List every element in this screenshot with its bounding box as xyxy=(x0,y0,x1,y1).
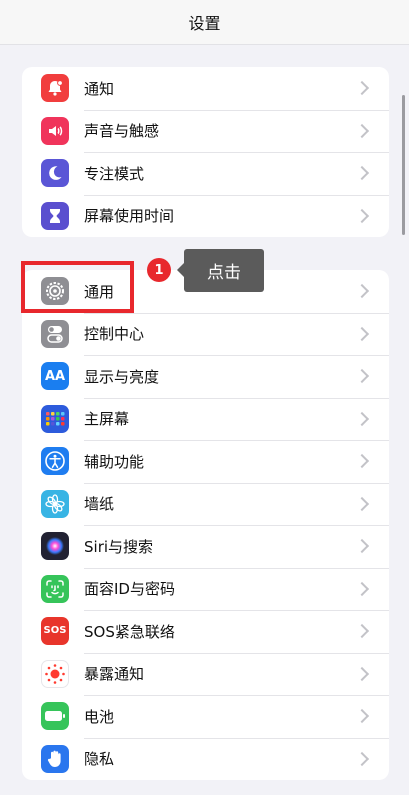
settings-row-label: 显示与亮度 xyxy=(84,367,160,386)
settings-row-home-screen[interactable]: 主屏幕 xyxy=(22,397,389,441)
chevron-right-icon xyxy=(354,496,370,511)
settings-row-exposure[interactable]: 暴露通知 xyxy=(22,652,389,696)
chevron-right-icon xyxy=(354,624,370,639)
face-id-icon xyxy=(41,574,69,603)
settings-row-accessibility[interactable]: 辅助功能 xyxy=(22,440,389,483)
settings-group-2: 通用 控制中心 AA 显示与亮度 主屏幕 辅助功能 墙纸 Siri与搜索 面容ID与密码 SOS S… xyxy=(22,270,389,780)
settings-row-label: 声音与触感 xyxy=(84,122,160,141)
bell-icon xyxy=(41,74,69,103)
settings-group-1: 通知声音与触感专注模式屏幕使用时间 xyxy=(22,67,389,237)
aa-icon: AA xyxy=(41,362,69,391)
settings-row-label: 电池 xyxy=(84,707,115,726)
settings-row-siri[interactable]: Siri与搜索 xyxy=(22,525,389,568)
accessibility-icon xyxy=(41,447,69,476)
chevron-right-icon xyxy=(354,123,370,138)
hand-icon xyxy=(41,744,69,773)
scrollbar[interactable] xyxy=(402,95,405,235)
chevron-right-icon xyxy=(354,454,370,469)
hourglass-icon xyxy=(41,201,69,230)
chevron-right-icon xyxy=(354,751,370,766)
settings-row-label: 专注模式 xyxy=(84,164,145,183)
settings-row-privacy[interactable]: 隐私 xyxy=(22,737,389,781)
chevron-right-icon xyxy=(354,208,370,223)
chevron-right-icon xyxy=(354,369,370,384)
settings-row-face-id[interactable]: 面容ID与密码 xyxy=(22,567,389,611)
tooltip: 点击 xyxy=(177,249,264,292)
chevron-right-icon xyxy=(354,666,370,681)
settings-row-battery[interactable]: 电池 xyxy=(22,695,389,738)
settings-row-label: 暴露通知 xyxy=(84,665,145,684)
speaker-icon xyxy=(41,116,69,145)
exposure-icon xyxy=(41,659,69,688)
chevron-right-icon xyxy=(354,166,370,181)
settings-row-display[interactable]: AA 显示与亮度 xyxy=(22,355,389,398)
settings-row-focus[interactable]: 专注模式 xyxy=(22,152,389,195)
siri-icon xyxy=(41,532,69,561)
sos-icon: SOS xyxy=(41,617,69,646)
page-title: 设置 xyxy=(188,14,221,33)
settings-row-wallpaper[interactable]: 墙纸 xyxy=(22,482,389,526)
settings-row-sounds[interactable]: 声音与触感 xyxy=(22,109,389,153)
settings-row-sos[interactable]: SOS SOS紧急联络 xyxy=(22,610,389,653)
settings-row-control-center[interactable]: 控制中心 xyxy=(22,312,389,356)
settings-row-label: 主屏幕 xyxy=(84,410,130,429)
chevron-right-icon xyxy=(354,709,370,724)
settings-row-label: 辅助功能 xyxy=(84,452,145,471)
settings-row-label: 面容ID与密码 xyxy=(84,580,175,599)
settings-row-label: SOS紧急联络 xyxy=(84,622,175,641)
settings-row-label: 通知 xyxy=(84,79,115,98)
settings-row-label: 屏幕使用时间 xyxy=(84,207,175,226)
chevron-right-icon xyxy=(354,411,370,426)
toggle-icon xyxy=(41,319,69,348)
battery-icon xyxy=(41,702,69,731)
nav-bar: 设置 xyxy=(0,0,409,45)
settings-row-label: 控制中心 xyxy=(84,325,145,344)
settings-row-screen-time[interactable]: 屏幕使用时间 xyxy=(22,194,389,238)
flower-icon xyxy=(41,489,69,518)
chevron-right-icon xyxy=(354,284,370,299)
settings-row-notifications[interactable]: 通知 xyxy=(22,67,389,110)
chevron-right-icon xyxy=(354,81,370,96)
highlight-box xyxy=(21,261,134,313)
app-grid-icon xyxy=(41,404,69,433)
settings-row-label: 墙纸 xyxy=(84,495,115,514)
chevron-right-icon xyxy=(354,581,370,596)
settings-row-label: 隐私 xyxy=(84,750,115,769)
moon-icon xyxy=(41,159,69,188)
chevron-right-icon xyxy=(354,539,370,554)
chevron-right-icon xyxy=(354,326,370,341)
settings-row-label: Siri与搜索 xyxy=(84,537,154,556)
step-badge: 1 xyxy=(147,258,171,282)
